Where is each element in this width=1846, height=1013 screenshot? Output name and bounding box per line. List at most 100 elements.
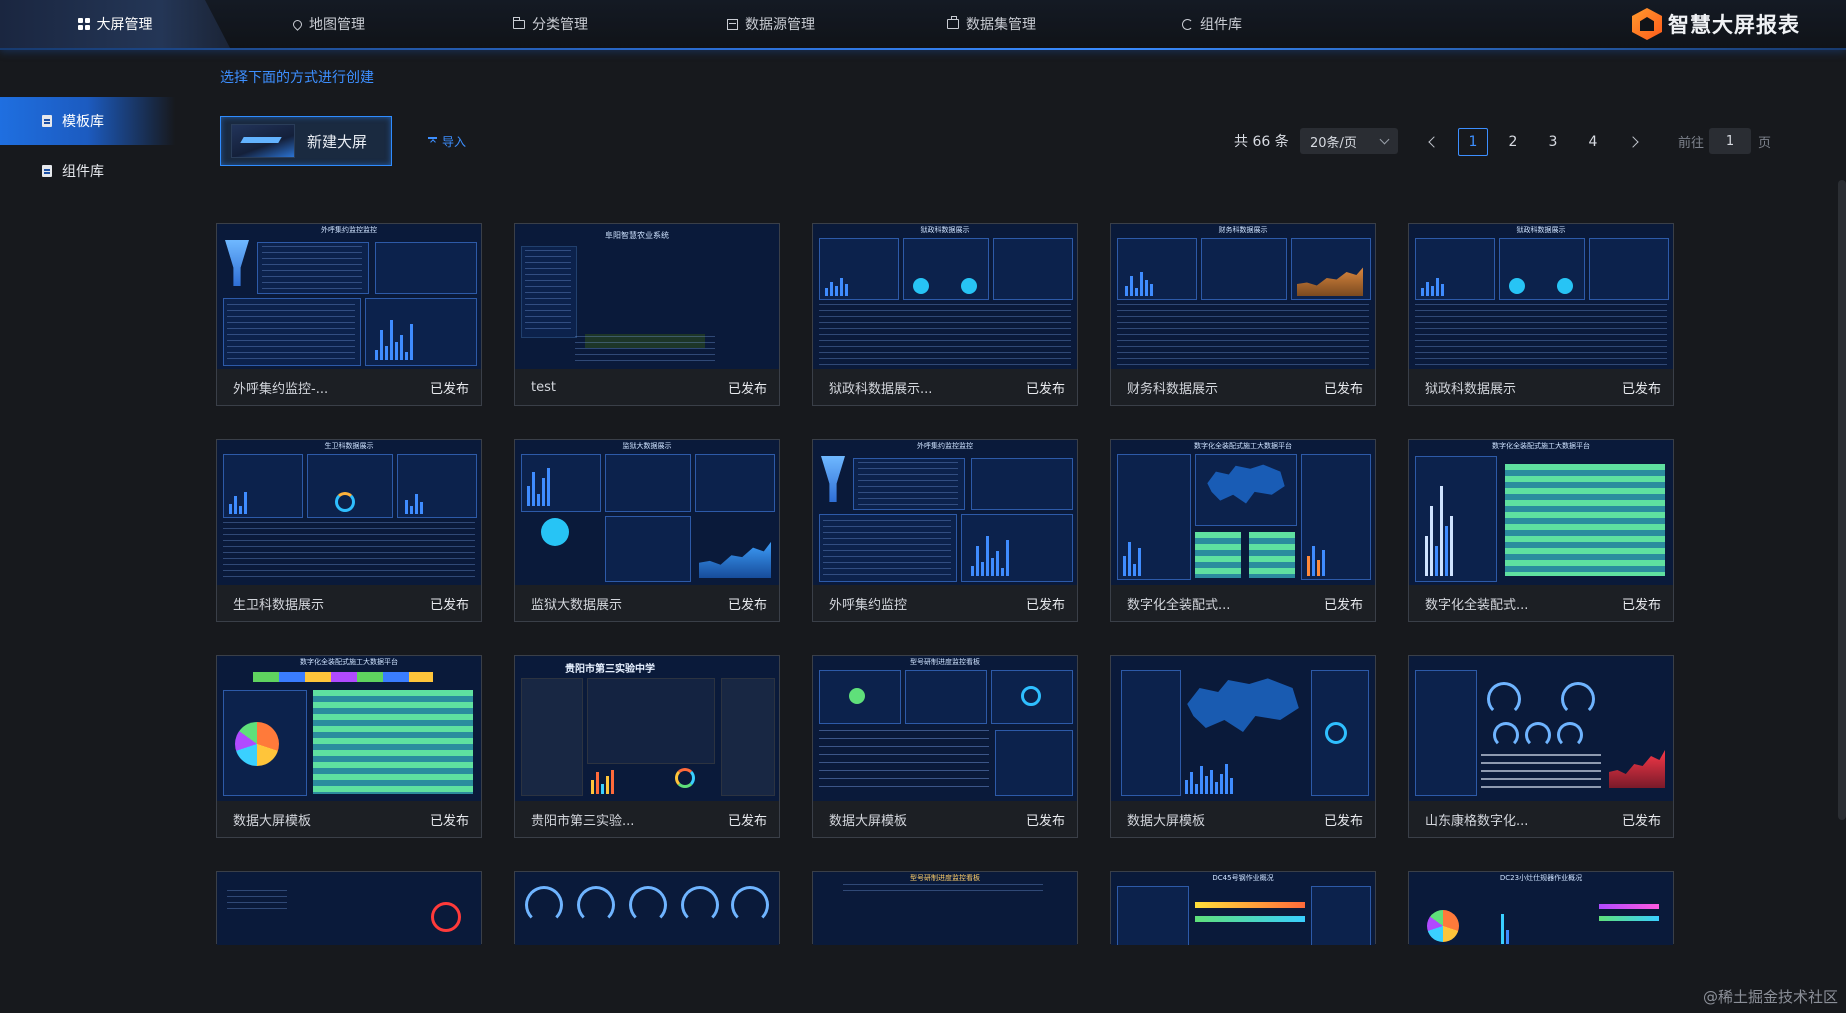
status-badge: 已发布 [429, 813, 469, 829]
template-thumbnail: 数字化全装配式施工大数据平台 [217, 656, 481, 801]
card-title: 贵阳市第三实验... [531, 813, 635, 829]
database-icon [727, 18, 738, 30]
thumbnail-title: 财务科数据展示 [1218, 226, 1268, 234]
template-thumbnail [1111, 656, 1375, 801]
card-caption: 外呼集约监控-... 已发布 [217, 369, 481, 405]
prev-page-button[interactable] [1419, 128, 1449, 156]
template-card[interactable] [216, 871, 482, 945]
template-thumbnail: 阜阳智慧农业系统 [515, 224, 779, 369]
thumbnail-title: DC23小灶仕规器作业概况 [1499, 874, 1583, 882]
card-caption: 监狱大数据展示 已发布 [515, 585, 779, 621]
card-caption: 狱政科数据展示... 已发布 [813, 369, 1077, 405]
page-3-button[interactable]: 3 [1538, 128, 1568, 156]
status-badge: 已发布 [727, 597, 767, 613]
sidebar-item-label: 组件库 [62, 164, 104, 180]
new-screen-label: 新建大屏 [307, 132, 368, 151]
template-card[interactable]: 数字化全装配式施工大数据平台 数字化全装配式... 已发布 [1110, 439, 1376, 622]
watermark: @稀土掘金技术社区 [1702, 988, 1838, 1006]
template-card[interactable]: 狱政科数据展示 狱政科数据展示 已发布 [1408, 223, 1674, 406]
card-caption: 山东康格数字化... 已发布 [1409, 801, 1673, 837]
template-card[interactable]: 阜阳智慧农业系统 test 已发布 [514, 223, 780, 406]
thumbnail-title: 型号研制进度监控看板 [910, 874, 980, 882]
nav-label: 大屏管理 [96, 17, 153, 33]
nav-tab-datasource-management[interactable]: 数据源管理 [727, 0, 815, 48]
nav-tab-map-management[interactable]: 地图管理 [291, 0, 365, 48]
template-thumbnail: 型号研制进度监控看板 [813, 872, 1077, 945]
chevron-down-icon [1379, 134, 1390, 145]
card-caption: test 已发布 [515, 369, 779, 405]
card-title: 数字化全装配式... [1425, 597, 1529, 613]
template-thumbnail: 贵阳市第三实验中学 [515, 656, 779, 801]
template-card[interactable]: 数据大屏模板 已发布 [1110, 655, 1376, 838]
template-card[interactable]: 生卫科数据展示 生卫科数据展示 已发布 [216, 439, 482, 622]
card-title: 数据大屏模板 [829, 813, 908, 829]
thumbnail-title: 生卫科数据展示 [324, 442, 374, 450]
template-card[interactable]: 型号研制进度监控看板 数据大屏模板 已发布 [812, 655, 1078, 838]
folder-icon [512, 16, 525, 29]
page-size-select[interactable]: 20条/页 [1300, 128, 1398, 154]
template-card[interactable]: 监狱大数据展示 监狱大数据展示 已发布 [514, 439, 780, 622]
card-caption: 数据大屏模板 已发布 [813, 801, 1077, 837]
thumbnail-title: 贵阳市第三实验中学 [565, 664, 655, 675]
thumbnail-title: 外呼集约监控监控 [321, 226, 377, 234]
thumbnail-title: 狱政科数据展示 [920, 226, 970, 234]
status-badge: 已发布 [727, 381, 767, 397]
goto-page-input[interactable]: 1 [1709, 128, 1751, 154]
chevron-left-icon [1428, 136, 1440, 148]
status-badge: 已发布 [1025, 381, 1065, 397]
status-badge: 已发布 [1323, 597, 1363, 613]
upload-icon [428, 137, 437, 146]
status-badge: 已发布 [1621, 813, 1661, 829]
brand-logo: 智慧大屏报表 [1632, 6, 1800, 42]
template-card[interactable]: 数字化全装配式施工大数据平台 数据大屏模板 已发布 [216, 655, 482, 838]
template-card[interactable]: 山东康格数字化... 已发布 [1408, 655, 1674, 838]
import-button[interactable]: 导入 [428, 133, 466, 150]
sidebar-item-template-library[interactable]: 模板库 [0, 97, 175, 145]
nav-label: 组件库 [1200, 17, 1242, 33]
template-thumbnail: DC23小灶仕规器作业概况 [1409, 872, 1673, 945]
screen-thumbnail-icon [231, 124, 295, 158]
card-caption: 外呼集约监控 已发布 [813, 585, 1077, 621]
document-icon [42, 165, 52, 177]
sidebar-item-component-library[interactable]: 组件库 [0, 147, 175, 195]
template-thumbnail: 数字化全装配式施工大数据平台 [1111, 440, 1375, 585]
template-card[interactable]: 贵阳市第三实验中学 贵阳市第三实验... 已发布 [514, 655, 780, 838]
template-card[interactable]: 狱政科数据展示 狱政科数据展示... 已发布 [812, 223, 1078, 406]
card-caption: 贵阳市第三实验... 已发布 [515, 801, 779, 837]
page-4-button[interactable]: 4 [1578, 128, 1608, 156]
template-card[interactable]: DC23小灶仕规器作业概况 [1408, 871, 1674, 945]
nav-label: 分类管理 [532, 17, 588, 33]
status-badge: 已发布 [429, 597, 469, 613]
nav-tab-dataset-management[interactable]: 数据集管理 [947, 0, 1036, 48]
logo-icon [1632, 8, 1662, 40]
next-page-button[interactable] [1618, 128, 1648, 156]
thumbnail-title: 数字化全装配式施工大数据平台 [1492, 442, 1590, 450]
thumbnail-title: DC45号钢作业概况 [1212, 874, 1274, 882]
template-thumbnail: 数字化全装配式施工大数据平台 [1409, 440, 1673, 585]
nav-tab-component-library[interactable]: 组件库 [1182, 0, 1242, 48]
nav-tab-screen-management[interactable]: 大屏管理 [0, 0, 230, 48]
scrollbar[interactable] [1838, 180, 1846, 820]
goto-suffix: 页 [1758, 135, 1772, 151]
new-screen-button[interactable]: 新建大屏 [220, 116, 392, 166]
import-label: 导入 [442, 135, 467, 149]
template-thumbnail: 生卫科数据展示 [217, 440, 481, 585]
card-title: 狱政科数据展示... [829, 381, 933, 397]
card-caption: 数字化全装配式... 已发布 [1111, 585, 1375, 621]
template-card[interactable]: 型号研制进度监控看板 [812, 871, 1078, 945]
template-card[interactable] [514, 871, 780, 945]
page-1-button[interactable]: 1 [1458, 128, 1488, 156]
page-2-button[interactable]: 2 [1498, 128, 1528, 156]
card-caption: 狱政科数据展示 已发布 [1409, 369, 1673, 405]
card-title: 山东康格数字化... [1425, 813, 1529, 829]
template-card[interactable]: DC45号钢作业概况 [1110, 871, 1376, 945]
template-card[interactable]: 外呼集约监控监控 外呼集约监控 已发布 [812, 439, 1078, 622]
thumbnail-title: 数字化全装配式施工大数据平台 [1194, 442, 1292, 450]
component-icon [1182, 18, 1193, 30]
template-card[interactable]: 外呼集约监控监控 外呼集约监控-... 已发布 [216, 223, 482, 406]
card-title: 数据大屏模板 [233, 813, 312, 829]
template-card[interactable]: 数字化全装配式施工大数据平台 数字化全装配式... 已发布 [1408, 439, 1674, 622]
template-card[interactable]: 财务科数据展示 财务科数据展示 已发布 [1110, 223, 1376, 406]
card-title: test [531, 379, 556, 395]
nav-tab-category-management[interactable]: 分类管理 [512, 0, 588, 48]
